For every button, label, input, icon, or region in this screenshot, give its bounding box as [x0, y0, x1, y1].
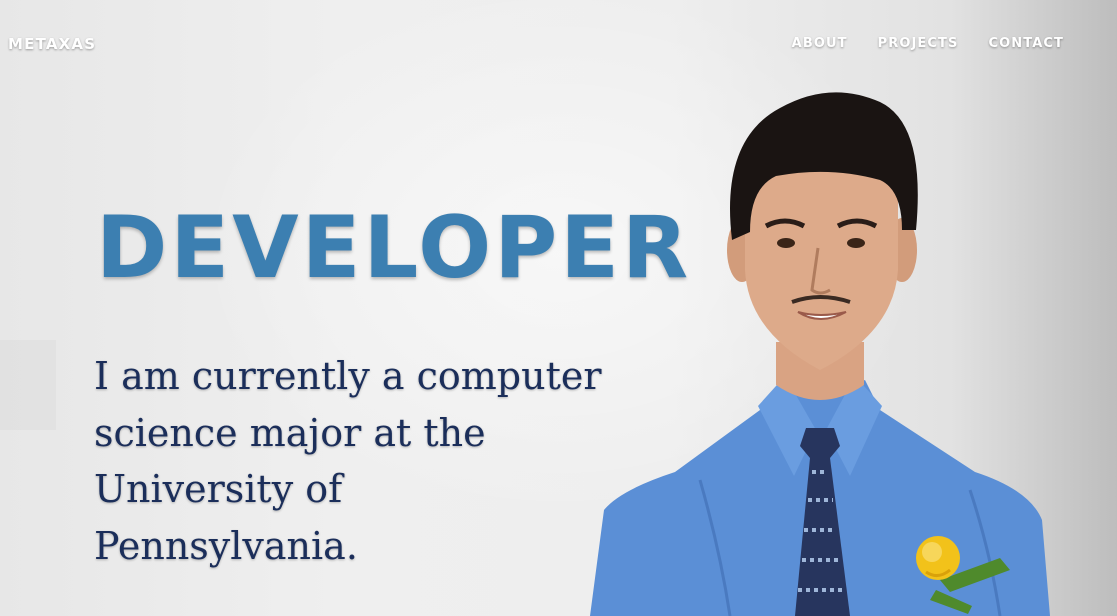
main-nav: ABOUT PROJECTS CONTACT [792, 36, 1064, 51]
hero-headline: DEVELOPER [96, 198, 692, 298]
nav-item-projects[interactable]: PROJECTS [878, 36, 959, 51]
wall-panel-shadow [0, 340, 56, 430]
portrait-photo [590, 92, 1050, 616]
hero-intro-text: I am currently a computer science major … [94, 354, 602, 568]
brand-logo[interactable]: METAXAS [8, 35, 96, 53]
nav-item-about[interactable]: ABOUT [792, 36, 848, 51]
nav-item-contact[interactable]: CONTACT [989, 36, 1065, 51]
